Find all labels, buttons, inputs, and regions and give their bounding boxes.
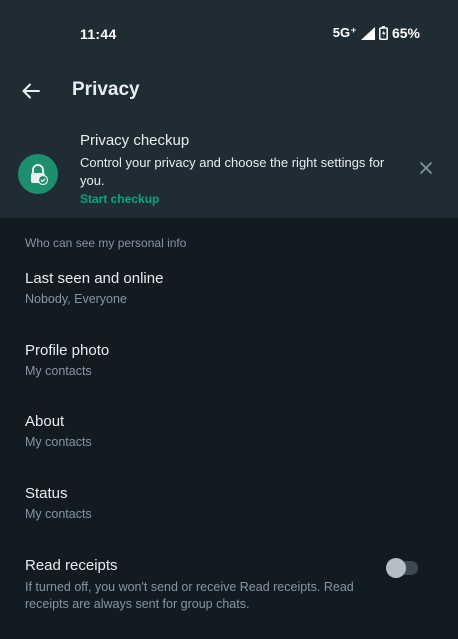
status-bar: 11:44 5G⁺ 65% (0, 0, 458, 66)
setting-value: My contacts (25, 364, 92, 378)
lock-check-icon (18, 154, 58, 194)
section-header: Who can see my personal info (25, 236, 187, 250)
setting-about[interactable]: About My contacts (0, 413, 458, 457)
setting-title: Status (25, 485, 68, 502)
setting-title: Last seen and online (25, 270, 164, 287)
setting-status[interactable]: Status My contacts (0, 485, 458, 529)
setting-title: Profile photo (25, 342, 110, 359)
setting-profile-photo[interactable]: Profile photo My contacts (0, 342, 458, 386)
status-time: 11:44 (80, 26, 117, 42)
checkup-title: Privacy checkup (80, 132, 190, 149)
setting-title: About (25, 413, 65, 430)
setting-description: If turned off, you won't send or receive… (25, 580, 354, 611)
setting-value: My contacts (25, 435, 92, 449)
page-title: Privacy (72, 79, 140, 100)
start-checkup-link[interactable]: Start checkup (80, 192, 159, 206)
back-button[interactable] (18, 78, 44, 104)
network-type: 5G⁺ (332, 25, 357, 40)
setting-last-seen[interactable]: Last seen and online Nobody, Everyone (0, 270, 458, 314)
battery-icon (379, 26, 388, 40)
setting-value: Nobody, Everyone (25, 292, 127, 306)
setting-read-receipts[interactable]: Read receipts If turned off, you won't s… (0, 557, 458, 617)
battery-level: 65% (391, 25, 420, 41)
close-icon (420, 162, 432, 174)
privacy-screen: 11:44 5G⁺ 65% Privacy Privacy checkup Co… (0, 0, 458, 639)
checkup-description: Control your privacy and choose the righ… (80, 155, 385, 188)
setting-title: Read receipts (25, 557, 118, 574)
status-indicators: 5G⁺ 65% (333, 25, 420, 41)
dismiss-checkup-button[interactable] (416, 158, 436, 178)
app-bar: Privacy (0, 66, 458, 118)
privacy-checkup-banner[interactable]: Privacy checkup Control your privacy and… (0, 118, 458, 218)
read-receipts-toggle[interactable] (386, 558, 418, 578)
arrow-left-icon (22, 83, 40, 99)
setting-value: My contacts (25, 507, 92, 521)
signal-icon (360, 26, 375, 40)
toggle-knob (386, 558, 406, 578)
